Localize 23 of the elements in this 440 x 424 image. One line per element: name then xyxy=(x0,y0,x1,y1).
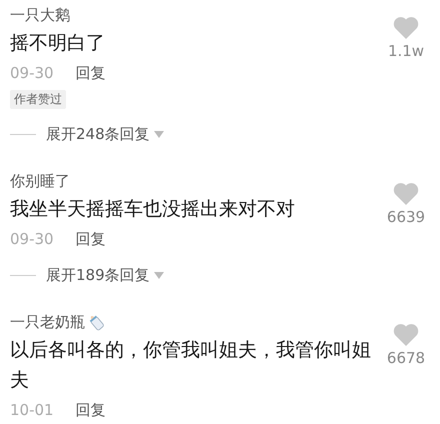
expand-replies-button[interactable]: 展开189条回复 xyxy=(46,266,164,285)
like-count: 6639 xyxy=(386,207,426,227)
comment-date: 09-30 xyxy=(10,229,54,250)
comment-date: 09-30 xyxy=(10,63,54,84)
heart-icon[interactable] xyxy=(393,182,419,205)
author-name[interactable]: 一只老奶瓶 xyxy=(10,311,85,333)
expand-replies-button[interactable]: 展开248条回复 xyxy=(46,125,164,144)
reply-button[interactable]: 回复 xyxy=(76,399,106,421)
comment-text: 我坐半天摇摇车也没摇出来对不对 xyxy=(10,197,296,222)
like-count: 6678 xyxy=(386,348,426,368)
comment-text: 摇不明白了 xyxy=(10,31,106,56)
author-name[interactable]: 你别睡了 xyxy=(10,170,70,192)
caret-icon xyxy=(154,131,164,138)
like-count: 1.1w xyxy=(388,41,424,61)
caret-icon xyxy=(154,272,164,279)
heart-icon[interactable] xyxy=(393,323,419,346)
reply-button[interactable]: 回复 xyxy=(76,228,106,250)
heart-icon[interactable] xyxy=(393,16,419,39)
comment-text: 以后各叫各的，你管我叫姐夫，我管你叫姐夫 xyxy=(10,338,372,393)
author-liked-badge: 作者赞过 xyxy=(10,90,66,109)
comment-date: 10-01 xyxy=(10,400,54,421)
author-name[interactable]: 一只大鹅 xyxy=(10,4,70,26)
reply-button[interactable]: 回复 xyxy=(76,62,106,84)
